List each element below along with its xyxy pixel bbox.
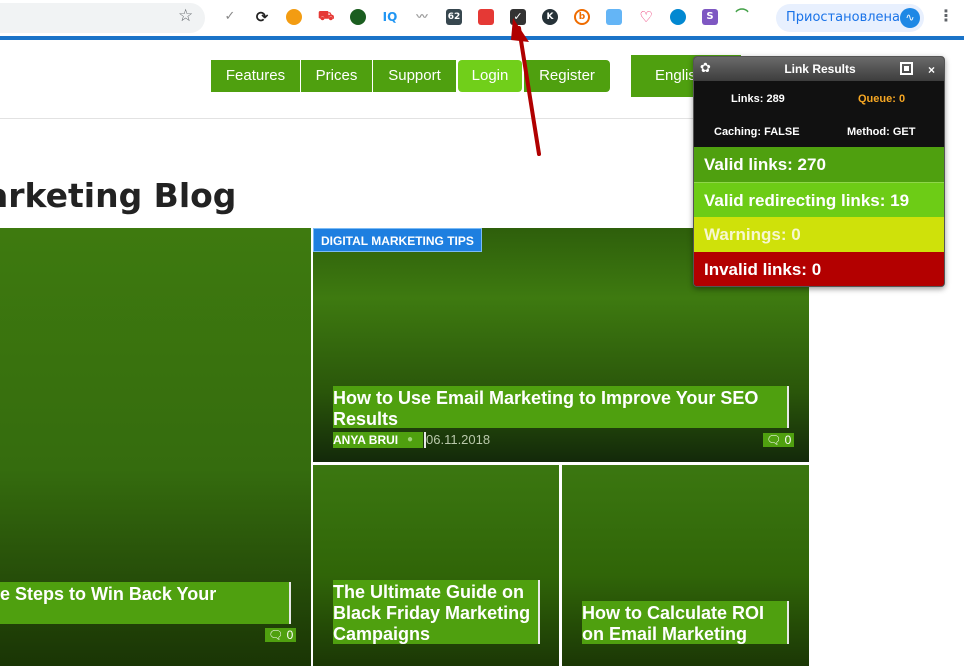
sync-extension-icon[interactable]: ⟳ [254,9,270,25]
post-date: 06.11.2018 [424,432,491,448]
arc-extension-icon[interactable]: ⌒ [734,9,750,25]
comment-icon: 🗨 [766,433,785,447]
graph-extension-icon[interactable]: 〰 [414,9,430,25]
valid-links-row[interactable]: Valid links: 270 [694,147,944,182]
link-results-title: Link Results [784,62,856,76]
post-title-black-friday[interactable]: The Ultimate Guide on Black Friday Marke… [333,580,540,644]
gauge-extension-icon[interactable] [350,9,366,25]
link-results-panel: ✿ Link Results × Links: 289 Queue: 0 Cac… [693,56,945,287]
nav-features-button[interactable]: Features [211,60,300,92]
flag-extension-icon[interactable] [478,9,494,25]
counter-extension-icon[interactable]: 62 [446,9,462,25]
page-title: arketing Blog [0,176,237,215]
more-menu-icon[interactable]: ⋮ [938,8,954,26]
s-extension-icon[interactable]: S [702,9,718,25]
comments-count: 0 [286,628,294,642]
gear-icon[interactable]: ✿ [700,57,711,79]
address-bar[interactable] [0,3,205,33]
browser-toolbar: ☆ ✓ ⟳ ⛟ IQ 〰 62 ✓ K b ♡ S ⌒ Приостановле… [0,0,964,36]
category-tag[interactable]: DIGITAL MARKETING TIPS [313,228,482,252]
comment-icon: 🗨 [268,628,287,642]
comments-count: 0 [784,433,792,447]
warnings-row[interactable]: Warnings: 0 [694,217,944,252]
bookmark-star-icon[interactable]: ☆ [178,7,193,24]
cart-extension-icon[interactable]: ⛟ [318,9,334,25]
check-extension-icon[interactable]: ✓ [222,9,238,25]
link-results-header: ✿ Link Results × [694,57,944,83]
post-title-featured[interactable]: e Steps to Win Back Your [0,582,291,624]
comments-count-featured[interactable]: 🗨 0 [265,628,297,642]
iq-extension-icon[interactable]: IQ [382,9,398,25]
links-count: Links: 289 [731,93,785,105]
popout-icon[interactable] [900,62,913,75]
blue-extension-icon[interactable] [606,9,622,25]
post-title-email-roi[interactable]: How to Calculate ROI on Email Marketing [582,601,789,644]
meta-separator-dot: ● [407,434,414,445]
profile-button[interactable]: Приостановлена ∿ [776,4,924,32]
valid-redirecting-links-row[interactable]: Valid redirecting links: 19 [694,182,944,217]
red-arrow-annotation [511,18,541,156]
nav-prices-button[interactable]: Prices [301,60,372,92]
comments-count-email-seo[interactable]: 🗨 0 [763,433,795,447]
page-top-border [0,36,964,40]
post-title-email-seo[interactable]: How to Use Email Marketing to Improve Yo… [333,386,789,429]
activity-avatar-icon: ∿ [900,8,920,28]
orange-extension-icon[interactable] [286,9,302,25]
close-icon[interactable]: × [928,57,935,83]
queue-count: Queue: 0 [858,93,906,105]
eye-extension-icon[interactable] [670,9,686,25]
heart-extension-icon[interactable]: ♡ [638,9,654,25]
profile-label: Приостановлена [786,10,901,25]
nav-support-button[interactable]: Support [373,60,456,92]
invalid-links-row[interactable]: Invalid links: 0 [694,252,944,286]
header-divider [0,118,800,119]
caching-status: Caching: FALSE [714,126,800,138]
method-status: Method: GET [847,126,916,138]
b-extension-icon[interactable]: b [574,9,590,25]
